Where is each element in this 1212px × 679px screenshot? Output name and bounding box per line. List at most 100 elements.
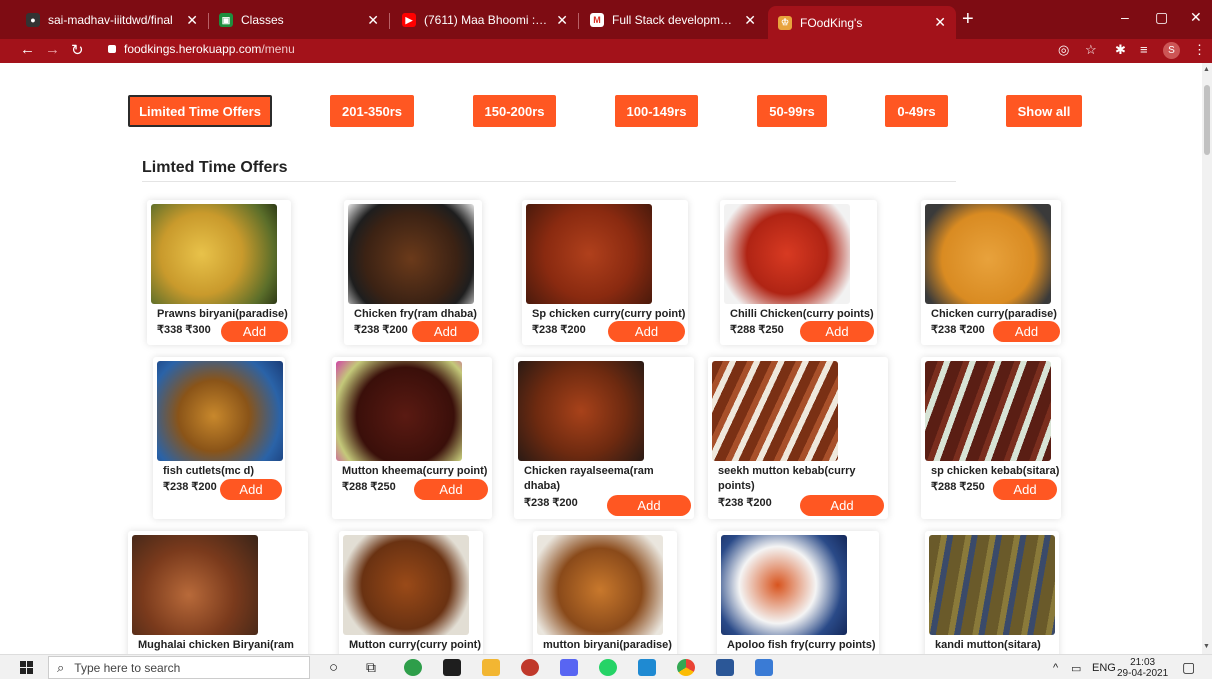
maximize-icon[interactable]: ▢ (1155, 9, 1168, 26)
item-price: ₹288 ₹250 (730, 324, 784, 336)
food-image (526, 204, 652, 304)
task-view-icon[interactable]: ⧉ (366, 659, 376, 676)
menu-card: seekh mutton kebab(curry points) ₹238 ₹2… (708, 357, 888, 519)
menu-card: fish cutlets(mc d) ₹238 ₹200 Add (153, 357, 285, 519)
menu-card: sp chicken kebab(sitara) ₹288 ₹250 Add (921, 357, 1061, 519)
add-button[interactable]: Add (607, 495, 691, 516)
filter-limited-time-offers[interactable]: Limited Time Offers (128, 95, 272, 127)
food-image (518, 361, 644, 461)
food-image (336, 361, 462, 461)
add-button[interactable]: Add (800, 321, 874, 342)
cortana-icon[interactable]: ○ (329, 659, 338, 676)
search-icon: ⌕ (57, 659, 65, 675)
taskbar-app-icon[interactable] (521, 659, 539, 676)
item-name: Chilli Chicken(curry points) (730, 308, 874, 320)
close-tab-icon[interactable]: ✕ (744, 12, 756, 29)
add-button[interactable]: Add (221, 321, 288, 342)
browser-tab-github[interactable]: ● sai-madhav-iiitdwd/final ✕ (16, 6, 208, 34)
taskbar-search-input[interactable]: ⌕ Type here to search (48, 656, 310, 679)
taskbar-clock[interactable]: 21:03 29-04-2021 (1117, 657, 1168, 679)
profile-avatar[interactable]: S (1163, 42, 1180, 59)
item-price: ₹288 ₹250 (931, 481, 985, 493)
close-tab-icon[interactable]: ✕ (934, 14, 946, 31)
scrollbar-thumb[interactable] (1204, 85, 1210, 155)
close-tab-icon[interactable]: ✕ (186, 12, 198, 29)
item-name: Chicken curry(paradise) (931, 308, 1057, 320)
search-placeholder: Type here to search (74, 660, 181, 675)
taskbar-terminal-icon[interactable] (443, 659, 461, 676)
browser-tab-foodkings[interactable]: ♔ FOodKing's ✕ (768, 6, 956, 39)
page-scrollbar[interactable]: ▲ ▼ (1202, 63, 1212, 654)
close-window-icon[interactable]: ✕ (1190, 9, 1202, 26)
item-name: Sp chicken curry(curry point) (532, 308, 686, 320)
add-button[interactable]: Add (608, 321, 685, 342)
add-button[interactable]: Add (414, 479, 488, 500)
section-title: Limted Time Offers (142, 159, 288, 176)
menu-kebab-icon[interactable]: ⋮ (1193, 42, 1206, 58)
item-name: Chicken fry(ram dhaba) (354, 308, 477, 320)
tab-title: Classes (241, 13, 284, 27)
photos-icon[interactable] (755, 659, 773, 676)
section-divider (142, 181, 956, 182)
food-image (724, 204, 850, 304)
browser-tab-classes[interactable]: ▣ Classes ✕ (209, 6, 389, 34)
windows-start-icon[interactable] (20, 661, 33, 674)
item-name: Mutton kheema(curry point) (342, 465, 488, 477)
filter-50-99[interactable]: 50-99rs (757, 95, 827, 127)
food-image (537, 535, 663, 635)
browser-tab-youtube[interactable]: ▶ (7611) Maa Bhoomi : Palleto ✕ (392, 6, 578, 34)
github-icon: ● (26, 13, 40, 27)
chrome-icon[interactable] (677, 659, 695, 676)
food-image (929, 535, 1055, 635)
classroom-icon: ▣ (219, 13, 233, 27)
page-viewport: Limited Time Offers 201-350rs 150-200rs … (0, 63, 1202, 654)
add-button[interactable]: Add (412, 321, 479, 342)
menu-card: kandi mutton(sitara) (925, 531, 1059, 654)
close-tab-icon[interactable]: ✕ (556, 12, 568, 29)
scroll-up-icon[interactable]: ▲ (1203, 66, 1210, 73)
language-indicator[interactable]: ENG (1092, 662, 1116, 674)
browser-tab-gmail[interactable]: M Full Stack development - Projecti ✕ (580, 6, 766, 34)
taskbar-app-icon[interactable] (404, 659, 422, 676)
forward-icon[interactable]: → (45, 41, 60, 58)
scroll-down-icon[interactable]: ▼ (1203, 643, 1210, 650)
filter-0-49[interactable]: 0-49rs (885, 95, 948, 127)
add-button[interactable]: Add (993, 321, 1060, 342)
address-bar[interactable]: foodkings.herokuapp.com/menu (108, 42, 295, 56)
vscode-icon[interactable] (638, 659, 656, 676)
battery-icon[interactable]: ▭ (1071, 662, 1081, 675)
foodkings-icon: ♔ (778, 15, 792, 30)
minimize-icon[interactable]: – (1121, 9, 1129, 25)
show-hidden-icons-icon[interactable]: ^ (1053, 662, 1058, 674)
clock-date: 29-04-2021 (1117, 668, 1169, 679)
word-icon[interactable] (716, 659, 734, 676)
filter-150-200[interactable]: 150-200rs (473, 95, 556, 127)
reload-icon[interactable]: ↻ (71, 41, 84, 59)
back-icon[interactable]: ← (20, 41, 35, 58)
tab-title: Full Stack development - Projecti (612, 13, 738, 27)
add-button[interactable]: Add (800, 495, 884, 516)
item-name: Prawns biryani(paradise) (157, 308, 288, 320)
menu-card: Apoloo fish fry(curry points) (717, 531, 879, 654)
food-image (348, 204, 474, 304)
notifications-icon[interactable]: ▢ (1182, 659, 1195, 676)
bookmark-star-icon[interactable]: ☆ (1085, 42, 1097, 58)
extensions-icon[interactable]: ✱ (1115, 42, 1126, 58)
close-tab-icon[interactable]: ✕ (367, 12, 379, 29)
food-image (343, 535, 469, 635)
filter-201-350[interactable]: 201-350rs (330, 95, 414, 127)
file-explorer-icon[interactable] (482, 659, 500, 676)
new-tab-icon[interactable]: + (962, 8, 974, 31)
add-button[interactable]: Add (993, 479, 1057, 500)
media-queue-icon[interactable]: ≡ (1140, 42, 1148, 57)
whatsapp-icon[interactable] (599, 659, 617, 676)
add-button[interactable]: Add (220, 479, 282, 500)
item-price: ₹238 ₹200 (354, 324, 408, 336)
filter-100-149[interactable]: 100-149rs (615, 95, 698, 127)
discord-icon[interactable] (560, 659, 578, 676)
item-name: fish cutlets(mc d) (163, 465, 255, 477)
browser-toolbar: ← → ↻ foodkings.herokuapp.com/menu ◎ ☆ ✱… (0, 39, 1212, 63)
tracking-icon[interactable]: ◎ (1058, 42, 1069, 58)
tab-separator (389, 13, 390, 29)
filter-show-all[interactable]: Show all (1006, 95, 1082, 127)
